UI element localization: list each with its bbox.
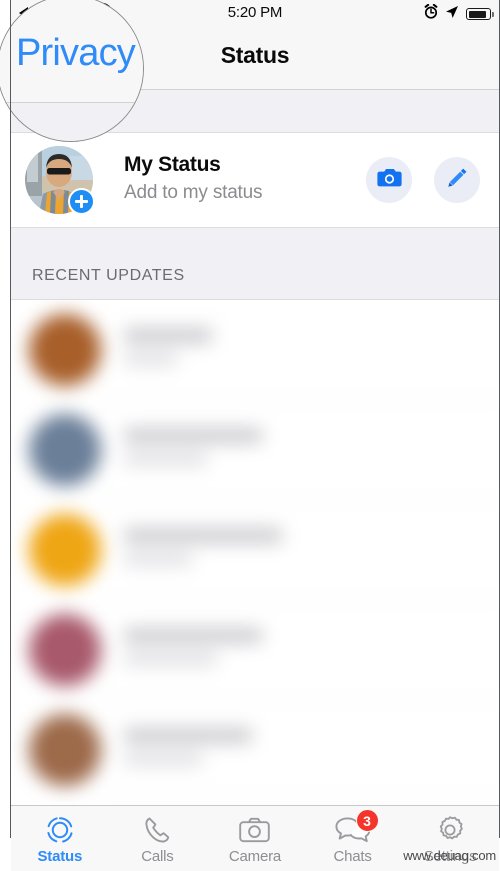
edit-status-button[interactable] (434, 157, 480, 203)
my-status-actions (366, 157, 480, 203)
update-time-redacted (123, 453, 208, 465)
avatar[interactable] (29, 614, 101, 686)
avatar[interactable] (29, 414, 101, 486)
list-item[interactable] (11, 700, 499, 800)
site-watermark: www.deuaq.com (403, 848, 496, 863)
magnifier-band-region (0, 103, 143, 141)
tab-chats[interactable]: 3 Chats (304, 806, 402, 871)
status-rings-icon (45, 814, 75, 845)
recent-updates-section-header: RECENT UPDATES (11, 228, 499, 300)
plus-badge-icon[interactable] (68, 188, 95, 215)
avatar[interactable] (25, 146, 95, 215)
whatsapp-status-screen: Search 5:20 PM (0, 0, 500, 871)
phone-icon (142, 814, 172, 845)
list-item[interactable] (11, 400, 499, 500)
update-time-redacted (123, 353, 178, 365)
camera-icon (239, 814, 271, 845)
magnifier-callout: Privacy (0, 0, 144, 142)
tab-status[interactable]: Status (11, 806, 109, 871)
my-status-subtitle: Add to my status (124, 182, 263, 203)
update-time-redacted (123, 653, 218, 665)
contact-name-redacted (123, 728, 253, 743)
magnified-privacy-label: Privacy (16, 32, 136, 74)
avatar[interactable] (29, 514, 101, 586)
tab-camera[interactable]: Camera (206, 806, 304, 871)
battery-icon (466, 8, 494, 20)
my-status-title: My Status (124, 153, 221, 176)
update-time-redacted (123, 553, 193, 565)
speech-bubbles-icon: 3 (335, 809, 379, 845)
contact-name-redacted (123, 428, 263, 443)
list-item[interactable] (11, 600, 499, 700)
my-status-row[interactable]: My Status Add to my status (11, 133, 499, 228)
tab-label: Status (37, 848, 83, 865)
my-status-texts: My Status Add to my status (124, 153, 263, 204)
gear-icon (435, 814, 465, 845)
contact-name-redacted (123, 628, 263, 643)
camera-icon (376, 167, 402, 193)
update-time-redacted (123, 753, 203, 765)
list-item[interactable] (11, 300, 499, 400)
chats-unread-badge: 3 (355, 809, 379, 832)
avatar[interactable] (29, 714, 101, 786)
avatar[interactable] (29, 314, 101, 386)
recent-updates-label: RECENT UPDATES (32, 267, 185, 284)
contact-name-redacted (123, 328, 213, 343)
list-item[interactable] (11, 500, 499, 600)
tab-label: Camera (228, 848, 282, 865)
redaction-blur-layer (11, 300, 499, 838)
status-bar-right-group (424, 3, 494, 24)
tab-label: Chats (333, 848, 372, 865)
location-arrow-icon (445, 5, 459, 24)
pencil-icon (445, 166, 469, 195)
row-separator (103, 798, 499, 800)
recent-updates-list[interactable] (11, 300, 499, 838)
tab-calls[interactable]: Calls (109, 806, 207, 871)
camera-button[interactable] (366, 157, 412, 203)
contact-name-redacted (123, 528, 283, 543)
alarm-clock-icon (424, 3, 438, 24)
tab-label: Calls (141, 848, 174, 865)
device-frame-left-edge (10, 0, 11, 838)
